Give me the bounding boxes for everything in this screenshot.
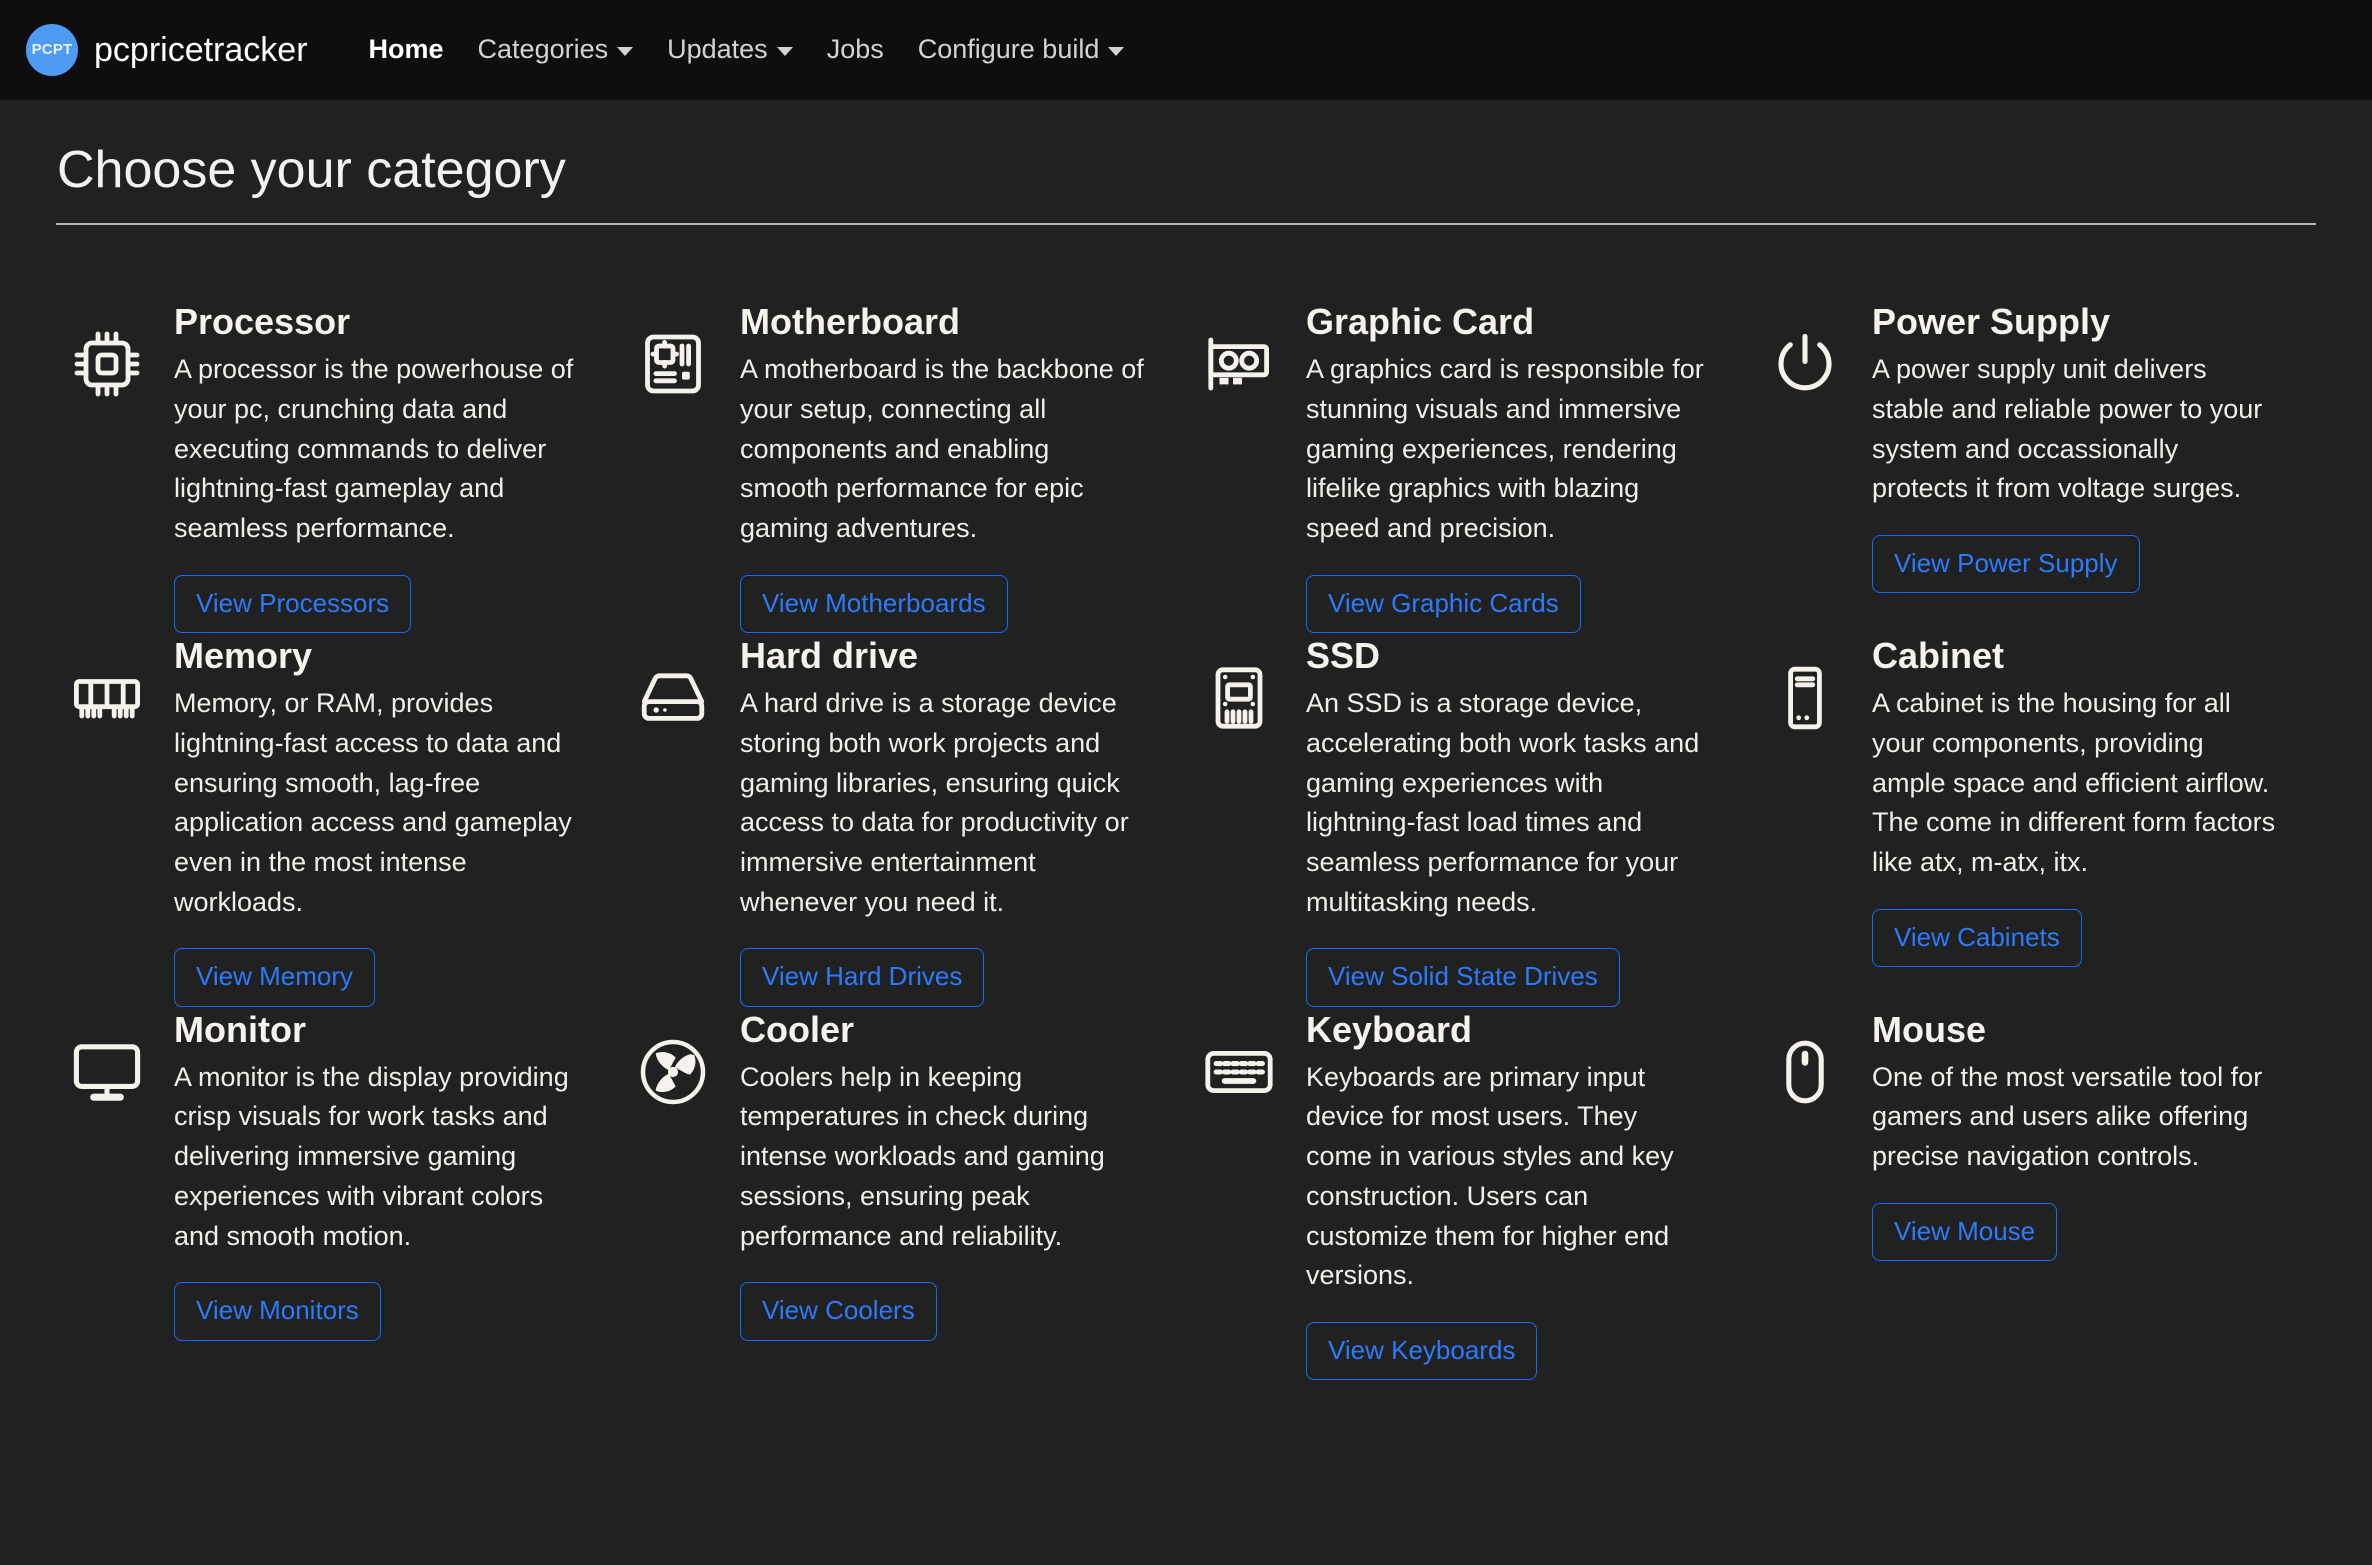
card-title: Monitor bbox=[174, 1008, 306, 1050]
card-description: Coolers help in keeping temperatures in … bbox=[740, 1061, 1105, 1251]
view-motherboards-button[interactable]: View Motherboards bbox=[740, 574, 1008, 634]
view-processors-button[interactable]: View Processors bbox=[174, 574, 412, 634]
category-card-power-supply: Power Supply A power supply unit deliver… bbox=[1754, 299, 2320, 633]
card-title: Power Supply bbox=[1872, 301, 2111, 343]
card-title: Processor bbox=[174, 301, 351, 343]
category-grid: Processor A processor is the powerhouse … bbox=[52, 299, 2320, 1381]
page-title: Choose your category bbox=[57, 141, 566, 199]
card-body: Processor A processor is the powerhouse … bbox=[174, 299, 578, 634]
nav-item-configure-build[interactable]: Configure build bbox=[901, 34, 1142, 65]
card-title: Cooler bbox=[740, 1008, 855, 1050]
card-description: An SSD is a storage device, accelerating… bbox=[1306, 688, 1700, 917]
card-body: Cabinet A cabinet is the housing for all… bbox=[1872, 633, 2276, 968]
card-description: Keyboards are primary input device for m… bbox=[1306, 1061, 1674, 1291]
category-card-monitor: Monitor A monitor is the display providi… bbox=[56, 1007, 622, 1381]
category-card-processor: Processor A processor is the powerhouse … bbox=[56, 299, 622, 634]
category-card-graphic-card: Graphic Card A graphics card is responsi… bbox=[1188, 299, 1754, 634]
card-title: Motherboard bbox=[740, 301, 960, 343]
nav-item-categories[interactable]: Categories bbox=[461, 34, 651, 65]
card-title: Keyboard bbox=[1306, 1008, 1473, 1050]
nav-item-updates[interactable]: Updates bbox=[650, 34, 810, 65]
card-body: SSD An SSD is a storage device, accelera… bbox=[1306, 633, 1710, 1007]
category-card-mouse: Mouse One of the most versatile tool for… bbox=[1754, 1007, 2320, 1381]
power-icon bbox=[1764, 323, 1846, 405]
card-description: A motherboard is the backbone of your se… bbox=[740, 354, 1144, 543]
view-coolers-button[interactable]: View Coolers bbox=[740, 1282, 937, 1341]
ssd-icon bbox=[1198, 657, 1280, 739]
card-body: Monitor A monitor is the display providi… bbox=[174, 1007, 578, 1341]
main-navbar: PCPT pcpricetracker Home Categories Upda… bbox=[0, 0, 2372, 100]
card-body: Mouse One of the most versatile tool for… bbox=[1872, 1007, 2276, 1262]
card-body: Keyboard Keyboards are primary input dev… bbox=[1306, 1007, 1710, 1381]
nav-label-jobs: Jobs bbox=[826, 34, 884, 64]
category-card-memory: Memory Memory, or RAM, provides lightnin… bbox=[56, 633, 622, 1007]
brand-name: pcpricetracker bbox=[94, 30, 308, 69]
category-card-cabinet: Cabinet A cabinet is the housing for all… bbox=[1754, 633, 2320, 1007]
card-description: A cabinet is the housing for all your co… bbox=[1872, 688, 2276, 877]
hard-drive-icon bbox=[632, 657, 714, 739]
nav-item-jobs[interactable]: Jobs bbox=[810, 34, 901, 65]
nav-label-categories: Categories bbox=[477, 34, 609, 64]
card-body: Memory Memory, or RAM, provides lightnin… bbox=[174, 633, 578, 1007]
card-title: Hard drive bbox=[740, 635, 919, 677]
title-divider bbox=[56, 223, 2316, 226]
card-body: Cooler Coolers help in keeping temperatu… bbox=[740, 1007, 1144, 1341]
card-title: Memory bbox=[174, 635, 313, 677]
card-description: A processor is the powerhouse of your pc… bbox=[174, 354, 574, 543]
card-title: Mouse bbox=[1872, 1008, 1987, 1050]
chevron-down-icon bbox=[1108, 47, 1125, 56]
category-card-cooler: Cooler Coolers help in keeping temperatu… bbox=[622, 1007, 1188, 1381]
category-card-motherboard: Motherboard A motherboard is the backbon… bbox=[622, 299, 1188, 634]
logo-text: PCPT bbox=[31, 41, 73, 58]
card-body: Graphic Card A graphics card is responsi… bbox=[1306, 299, 1710, 634]
keyboard-icon bbox=[1198, 1031, 1280, 1113]
pc-case-icon bbox=[1764, 657, 1846, 739]
view-mouse-button[interactable]: View Mouse bbox=[1872, 1202, 2058, 1262]
card-title: Cabinet bbox=[1872, 635, 2005, 677]
category-card-keyboard: Keyboard Keyboards are primary input dev… bbox=[1188, 1007, 1754, 1381]
category-card-ssd: SSD An SSD is a storage device, accelera… bbox=[1188, 633, 1754, 1007]
motherboard-icon bbox=[632, 323, 714, 405]
chevron-down-icon bbox=[776, 47, 793, 56]
card-title: Graphic Card bbox=[1306, 301, 1535, 343]
card-body: Power Supply A power supply unit deliver… bbox=[1872, 299, 2276, 594]
view-monitors-button[interactable]: View Monitors bbox=[174, 1282, 381, 1341]
category-card-hard-drive: Hard drive A hard drive is a storage dev… bbox=[622, 633, 1188, 1007]
mouse-icon bbox=[1764, 1031, 1846, 1113]
card-description: A monitor is the display providing crisp… bbox=[174, 1061, 569, 1251]
card-description: Memory, or RAM, provides lightning-fast … bbox=[174, 688, 572, 917]
card-description: A hard drive is a storage device storing… bbox=[740, 688, 1129, 917]
view-graphic-cards-button[interactable]: View Graphic Cards bbox=[1306, 574, 1581, 634]
fan-cooler-icon bbox=[632, 1031, 714, 1113]
card-description: A power supply unit delivers stable and … bbox=[1872, 354, 2263, 504]
view-keyboards-button[interactable]: View Keyboards bbox=[1306, 1321, 1538, 1381]
view-memory-button[interactable]: View Memory bbox=[174, 948, 376, 1007]
nav-links: Home Categories Updates Jobs Configure b… bbox=[352, 34, 1142, 65]
card-title: SSD bbox=[1306, 635, 1381, 677]
view-hard-drives-button[interactable]: View Hard Drives bbox=[740, 948, 985, 1007]
card-body: Hard drive A hard drive is a storage dev… bbox=[740, 633, 1144, 1007]
page-content: Choose your category Processor A process… bbox=[0, 141, 2372, 1381]
nav-item-home[interactable]: Home bbox=[352, 34, 461, 65]
pcpt-logo-icon: PCPT bbox=[26, 23, 78, 76]
monitor-icon bbox=[66, 1031, 148, 1113]
view-solid-state-drives-button[interactable]: View Solid State Drives bbox=[1306, 948, 1620, 1007]
view-cabinets-button[interactable]: View Cabinets bbox=[1872, 908, 2082, 968]
brand-logo-link[interactable]: PCPT pcpricetracker bbox=[26, 23, 308, 76]
nav-label-configure-build: Configure build bbox=[917, 34, 1100, 64]
card-description: One of the most versatile tool for gamer… bbox=[1872, 1061, 2263, 1172]
memory-ram-icon bbox=[66, 657, 148, 739]
view-power-supply-button[interactable]: View Power Supply bbox=[1872, 534, 2140, 594]
nav-label-updates: Updates bbox=[667, 34, 768, 64]
nav-label-home: Home bbox=[368, 34, 444, 64]
cpu-icon bbox=[66, 323, 148, 405]
card-description: A graphics card is responsible for stunn… bbox=[1306, 354, 1704, 543]
graphics-card-icon bbox=[1198, 323, 1280, 405]
card-body: Motherboard A motherboard is the backbon… bbox=[740, 299, 1144, 634]
chevron-down-icon bbox=[617, 47, 634, 56]
